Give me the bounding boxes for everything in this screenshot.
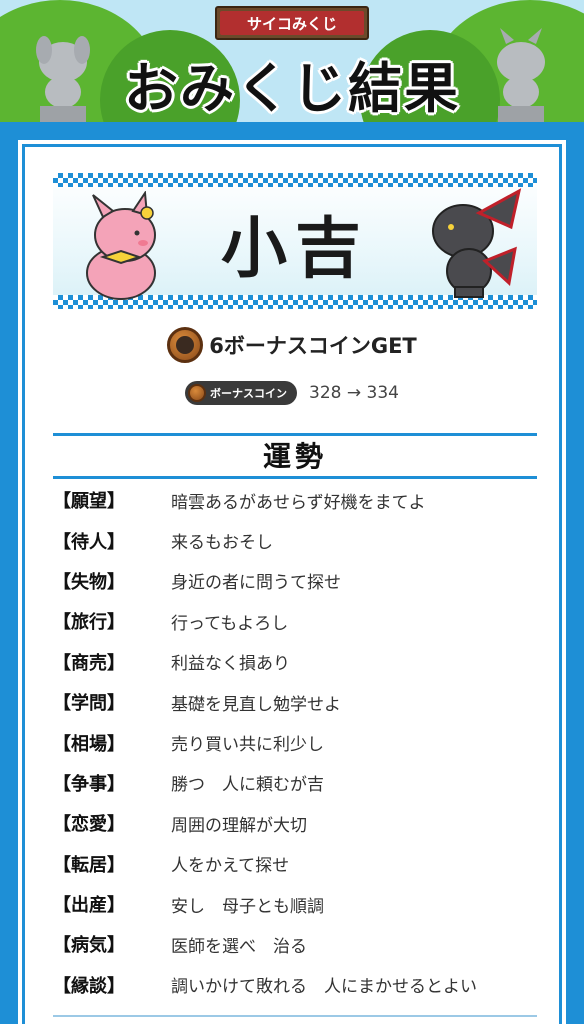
item-category: 【失物】 — [53, 571, 125, 593]
checker-top — [53, 173, 537, 187]
bonus-text: 6ボーナスコインGET — [209, 334, 417, 358]
item-category: 【待人】 — [53, 531, 125, 553]
item-text: 利益なく損あり — [171, 654, 290, 675]
list-item: 【転居】 人をかえて探せ — [53, 844, 537, 884]
item-category: 【商売】 — [53, 652, 125, 674]
item-category: 【出産】 — [53, 895, 125, 917]
page-title: おみくじ結果 — [124, 57, 460, 120]
bonus-coin-badge-label: ボーナスコイン — [210, 387, 288, 400]
list-item: 【縁談】 調いかけて敗れる 人にまかせるとよい — [53, 965, 537, 1005]
item-category: 【病気】 — [53, 935, 125, 957]
dark-dragon-mascot — [432, 188, 522, 298]
item-text: 行ってもよろし — [171, 613, 289, 634]
bonus-coin-badge: ボーナスコイン — [185, 381, 298, 405]
balance-change: 328 → 334 — [309, 383, 399, 403]
item-category: 【相場】 — [53, 733, 125, 755]
item-category: 【争事】 — [53, 773, 125, 795]
item-text: 医師を選べ 治る — [171, 936, 307, 957]
coin-balance: ボーナスコイン 328 → 334 — [25, 381, 559, 405]
item-text: 周囲の理解が大切 — [171, 815, 307, 836]
list-item: 【病気】 医師を選べ 治る — [53, 924, 537, 964]
item-text: 安し 母子とも順調 — [171, 896, 324, 917]
result-panel: 小吉 6ボーナスコインGET ボーナスコイン 328 → 334 運勢 【願望】… — [18, 140, 566, 1024]
list-item: 【願望】 暗雲あるがあせらず好機をまてよ — [53, 480, 537, 520]
item-text: 調いかけて敗れる 人にまかせるとよい — [171, 977, 477, 998]
item-text: 身近の者に問うて探せ — [171, 573, 341, 594]
coin-icon — [167, 327, 204, 363]
list-item: 【旅行】 行ってもよろし — [53, 601, 537, 641]
list-item: 【出産】 安し 母子とも順調 — [53, 884, 537, 924]
item-category: 【恋愛】 — [53, 814, 125, 836]
item-category: 【学問】 — [53, 693, 125, 715]
list-item: 【学問】 基礎を見直し勉学せよ — [53, 682, 537, 722]
item-text: 来るもおそし — [171, 533, 273, 554]
page-header: サイコみくじ おみくじ結果 — [0, 0, 584, 122]
list-item: 【失物】 身近の者に問うて探せ — [53, 561, 537, 601]
item-text: 人をかえて探せ — [171, 856, 290, 877]
bonus-line: 6ボーナスコインGET — [25, 327, 559, 363]
list-item: 【待人】 来るもおそし — [53, 520, 537, 560]
fortune-list: 【願望】 暗雲あるがあせらず好機をまてよ【待人】 来るもおそし【失物】 身近の者に問う… — [53, 480, 537, 1005]
list-bottom-divider — [53, 1015, 537, 1017]
sign-label: サイコみくじ — [220, 11, 364, 35]
item-category: 【縁談】 — [53, 975, 125, 997]
item-text: 勝つ 人に頼むが吉 — [171, 775, 324, 796]
list-item: 【争事】 勝つ 人に頼むが吉 — [53, 763, 537, 803]
item-text: 基礎を見直し勉学せよ — [171, 694, 341, 715]
coin-icon — [188, 384, 207, 402]
item-text: 売り買い共に利少し — [171, 735, 324, 756]
title-sign: サイコみくじ — [215, 6, 369, 40]
item-category: 【旅行】 — [53, 612, 125, 634]
item-text: 暗雲あるがあせらず好機をまてよ — [171, 492, 426, 513]
list-item: 【相場】 売り買い共に利少し — [53, 722, 537, 762]
section-title: 運勢 — [53, 433, 537, 479]
item-category: 【願望】 — [53, 491, 125, 513]
item-category: 【転居】 — [53, 854, 125, 876]
list-item: 【恋愛】 周囲の理解が大切 — [53, 803, 537, 843]
fortune-banner: 小吉 — [53, 173, 537, 309]
list-item: 【商売】 利益なく損あり — [53, 642, 537, 682]
